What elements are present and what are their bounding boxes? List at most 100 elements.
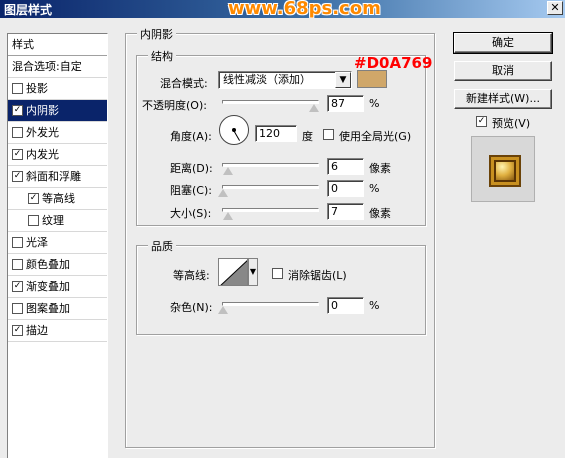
noise-label: 杂色(N): xyxy=(170,301,213,314)
opacity-input[interactable]: 87 xyxy=(327,95,364,112)
choke-label: 阻塞(C): xyxy=(170,184,212,197)
style-checkbox[interactable]: ✓ xyxy=(12,325,23,336)
noise-input[interactable]: 0 xyxy=(327,297,364,314)
style-checkbox[interactable] xyxy=(28,215,39,226)
noise-unit: % xyxy=(369,299,380,312)
styles-list: 样式 混合选项:自定 投影 ✓ 内阴影 外发光 ✓ 内发光 ✓ 斜面和浮雕 ✓ 等高线 纹理 光泽 颜色… xyxy=(7,33,108,458)
close-button[interactable]: ✕ xyxy=(547,1,563,15)
opacity-slider[interactable] xyxy=(222,100,319,104)
style-item[interactable]: ✓ 描边 xyxy=(8,320,107,342)
angle-unit: 度 xyxy=(302,130,313,143)
cancel-button[interactable]: 取消 xyxy=(454,61,552,81)
size-input[interactable]: 7 xyxy=(327,203,364,220)
style-checkbox[interactable] xyxy=(12,127,23,138)
opacity-unit: % xyxy=(369,97,380,110)
size-label: 大小(S): xyxy=(170,207,212,220)
opacity-slider-thumb[interactable] xyxy=(309,104,319,112)
style-item[interactable]: ✓ 等高线 xyxy=(8,188,107,210)
close-icon: ✕ xyxy=(550,1,560,14)
distance-input[interactable]: 6 xyxy=(327,158,364,175)
quality-group xyxy=(136,245,426,335)
title-bar: 图层样式 www.68ps.com ✕ xyxy=(0,0,565,19)
inner-shadow-title: 内阴影 xyxy=(137,26,176,42)
style-label: 描边 xyxy=(26,323,48,337)
structure-title: 结构 xyxy=(148,48,176,64)
distance-slider[interactable] xyxy=(222,163,319,167)
style-item[interactable]: ✓ 斜面和浮雕 xyxy=(8,166,107,188)
distance-label: 距离(D): xyxy=(170,162,213,175)
blend-mode-select[interactable]: 线性减淡（添加） ▼ xyxy=(218,71,352,89)
style-checkbox[interactable]: ✓ xyxy=(12,149,23,160)
choke-slider[interactable] xyxy=(222,185,319,189)
chevron-down-icon: ▼ xyxy=(335,72,351,88)
contour-label: 等高线: xyxy=(173,269,210,282)
styles-header[interactable]: 样式 xyxy=(8,34,107,56)
distance-slider-thumb[interactable] xyxy=(223,167,233,175)
noise-slider-thumb[interactable] xyxy=(218,306,228,314)
style-checkbox[interactable] xyxy=(12,259,23,270)
contour-dropdown[interactable]: ▼ xyxy=(248,258,258,286)
style-item[interactable]: 图案叠加 xyxy=(8,298,107,320)
window-title: 图层样式 xyxy=(4,3,53,17)
choke-slider-thumb[interactable] xyxy=(218,189,228,197)
style-preview-thumbnail xyxy=(489,155,521,187)
style-label: 内发光 xyxy=(26,147,59,161)
anti-alias-checkbox[interactable] xyxy=(272,268,283,279)
contour-preview[interactable] xyxy=(218,258,248,286)
style-item[interactable]: 投影 xyxy=(8,78,107,100)
style-item[interactable]: 光泽 xyxy=(8,232,107,254)
angle-label: 角度(A): xyxy=(170,130,212,143)
angle-dial[interactable] xyxy=(219,115,249,145)
style-checkbox[interactable]: ✓ xyxy=(12,105,23,116)
blend-mode-value: 线性减淡（添加） xyxy=(223,73,311,86)
size-unit: 像素 xyxy=(369,207,391,220)
style-label: 图案叠加 xyxy=(26,301,70,315)
style-item[interactable]: ✓ 内发光 xyxy=(8,144,107,166)
preview-label[interactable]: 预览(V) xyxy=(492,115,530,131)
angle-dial-center xyxy=(232,128,236,132)
new-style-button[interactable]: 新建样式(W)... xyxy=(454,89,552,109)
angle-input[interactable]: 120 xyxy=(255,125,297,142)
style-checkbox[interactable] xyxy=(12,237,23,248)
size-slider[interactable] xyxy=(222,208,319,212)
noise-slider[interactable] xyxy=(222,302,319,306)
style-item[interactable]: 纹理 xyxy=(8,210,107,232)
choke-unit: % xyxy=(369,182,380,195)
style-item[interactable]: 颜色叠加 xyxy=(8,254,107,276)
style-label: 内阴影 xyxy=(26,103,59,117)
ok-button[interactable]: 确定 xyxy=(453,32,553,54)
size-slider-thumb[interactable] xyxy=(223,212,233,220)
contour-curve xyxy=(220,260,247,285)
quality-title: 品质 xyxy=(148,238,176,254)
color-hex-annotation: #D0A769 xyxy=(354,54,433,72)
shadow-color-swatch[interactable] xyxy=(357,70,387,88)
style-preview xyxy=(471,136,535,202)
style-label: 纹理 xyxy=(42,213,64,227)
style-label: 斜面和浮雕 xyxy=(26,169,81,183)
style-checkbox[interactable]: ✓ xyxy=(28,193,39,204)
opacity-label: 不透明度(O): xyxy=(142,99,207,112)
style-checkbox[interactable] xyxy=(12,303,23,314)
style-item[interactable]: ✓ 内阴影 xyxy=(8,100,107,122)
anti-alias-label[interactable]: 消除锯齿(L) xyxy=(288,267,347,283)
style-item[interactable]: ✓ 渐变叠加 xyxy=(8,276,107,298)
style-label: 光泽 xyxy=(26,235,48,249)
style-label: 颜色叠加 xyxy=(26,257,70,271)
global-light-label[interactable]: 使用全局光(G) xyxy=(339,128,411,144)
choke-input[interactable]: 0 xyxy=(327,180,364,197)
distance-unit: 像素 xyxy=(369,162,391,175)
blend-mode-label: 混合模式: xyxy=(160,77,208,90)
dialog-body: 样式 混合选项:自定 投影 ✓ 内阴影 外发光 ✓ 内发光 ✓ 斜面和浮雕 ✓ 等高线 纹理 光泽 颜色… xyxy=(0,18,565,458)
global-light-checkbox[interactable] xyxy=(323,129,334,140)
chevron-down-icon: ▼ xyxy=(249,267,257,276)
style-label: 外发光 xyxy=(26,125,59,139)
style-label: 等高线 xyxy=(42,191,75,205)
style-item[interactable]: 外发光 xyxy=(8,122,107,144)
style-label: 投影 xyxy=(26,81,48,95)
style-checkbox[interactable]: ✓ xyxy=(12,171,23,182)
preview-checkbox[interactable]: ✓ xyxy=(476,116,487,127)
blend-options-item[interactable]: 混合选项:自定 xyxy=(8,56,107,78)
style-checkbox[interactable] xyxy=(12,83,23,94)
watermark: www.68ps.com xyxy=(228,0,381,19)
style-checkbox[interactable]: ✓ xyxy=(12,281,23,292)
